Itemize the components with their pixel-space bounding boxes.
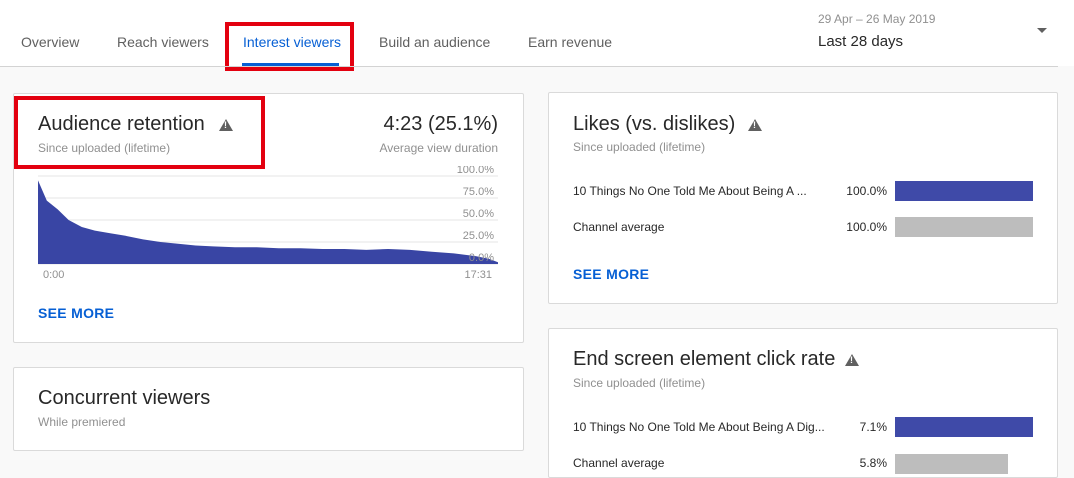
average-view-duration-label: Average view duration [379, 141, 498, 155]
top-navigation-bar: Overview Reach viewers Interest viewers … [0, 0, 1074, 71]
likes-bar-track-channel [895, 217, 1033, 237]
concurrent-viewers-subtitle: While premiered [38, 415, 126, 429]
end-screen-row-label-channel: Channel average [573, 456, 665, 470]
likes-card: Likes (vs. dislikes) Since uploaded (lif… [548, 92, 1058, 304]
retention-y-tick-label: 25.0% [463, 230, 494, 242]
likes-row-pct-video: 100.0% [846, 184, 887, 198]
end-screen-bar-track-video [895, 417, 1033, 437]
tab-build-an-audience[interactable]: Build an audience [379, 34, 490, 50]
date-range-text: 29 Apr – 26 May 2019 [818, 12, 936, 26]
retention-x-tick-label: 17:31 [464, 269, 492, 281]
likes-row-label-channel: Channel average [573, 220, 665, 234]
retention-y-tick-label: 0.0% [469, 252, 494, 264]
end-screen-bar-channel [895, 454, 1008, 474]
tab-overview[interactable]: Overview [21, 34, 79, 50]
warning-icon[interactable] [845, 354, 859, 366]
end-screen-row-pct-video: 7.1% [859, 420, 887, 434]
tab-reach-viewers[interactable]: Reach viewers [117, 34, 209, 50]
end-screen-row-label-video: 10 Things No One Told Me About Being A D… [573, 420, 825, 434]
retention-y-tick-label: 100.0% [457, 166, 495, 176]
likes-row-label-video: 10 Things No One Told Me About Being A .… [573, 184, 807, 198]
concurrent-viewers-title: Concurrent viewers [38, 387, 211, 409]
likes-see-more-link[interactable]: SEE MORE [573, 266, 649, 282]
end-screen-subtitle: Since uploaded (lifetime) [573, 376, 706, 390]
audience-retention-chart: 100.0% 75.0% 50.0% 25.0% 0.0% 0:00 17:31 [38, 166, 498, 281]
likes-bar-track-video [895, 181, 1033, 201]
concurrent-viewers-card: Concurrent viewers While premiered [13, 367, 524, 451]
likes-title: Likes (vs. dislikes) [573, 113, 736, 135]
end-screen-title: End screen element click rate [573, 348, 836, 370]
tab-interest-viewers[interactable]: Interest viewers [243, 34, 341, 50]
likes-bar-video [895, 181, 1033, 201]
end-screen-bar-video [895, 417, 1033, 437]
retention-see-more-link[interactable]: SEE MORE [38, 305, 114, 321]
warning-icon[interactable] [748, 119, 762, 131]
end-screen-click-rate-card: End screen element click rate Since uplo… [548, 328, 1058, 478]
warning-icon[interactable] [219, 119, 233, 131]
end-screen-row-pct-channel: 5.8% [859, 456, 887, 470]
likes-subtitle: Since uploaded (lifetime) [573, 140, 706, 154]
topbar-divider [0, 66, 1058, 67]
likes-bar-channel [895, 217, 1033, 237]
audience-retention-title: Audience retention [38, 113, 205, 135]
tab-earn-revenue[interactable]: Earn revenue [528, 34, 612, 50]
end-screen-bar-track-channel [895, 454, 1033, 474]
retention-x-tick-label: 0:00 [43, 269, 64, 281]
likes-row-pct-channel: 100.0% [846, 220, 887, 234]
date-range-label: Last 28 days [818, 33, 904, 50]
retention-y-tick-label: 50.0% [463, 208, 494, 220]
audience-retention-card: Audience retention Since uploaded (lifet… [13, 93, 524, 343]
retention-area [38, 180, 498, 264]
audience-retention-subtitle: Since uploaded (lifetime) [38, 141, 171, 155]
average-view-duration-value: 4:23 (25.1%) [383, 113, 498, 135]
chevron-down-icon[interactable] [1037, 28, 1047, 33]
retention-y-tick-label: 75.0% [463, 186, 494, 198]
